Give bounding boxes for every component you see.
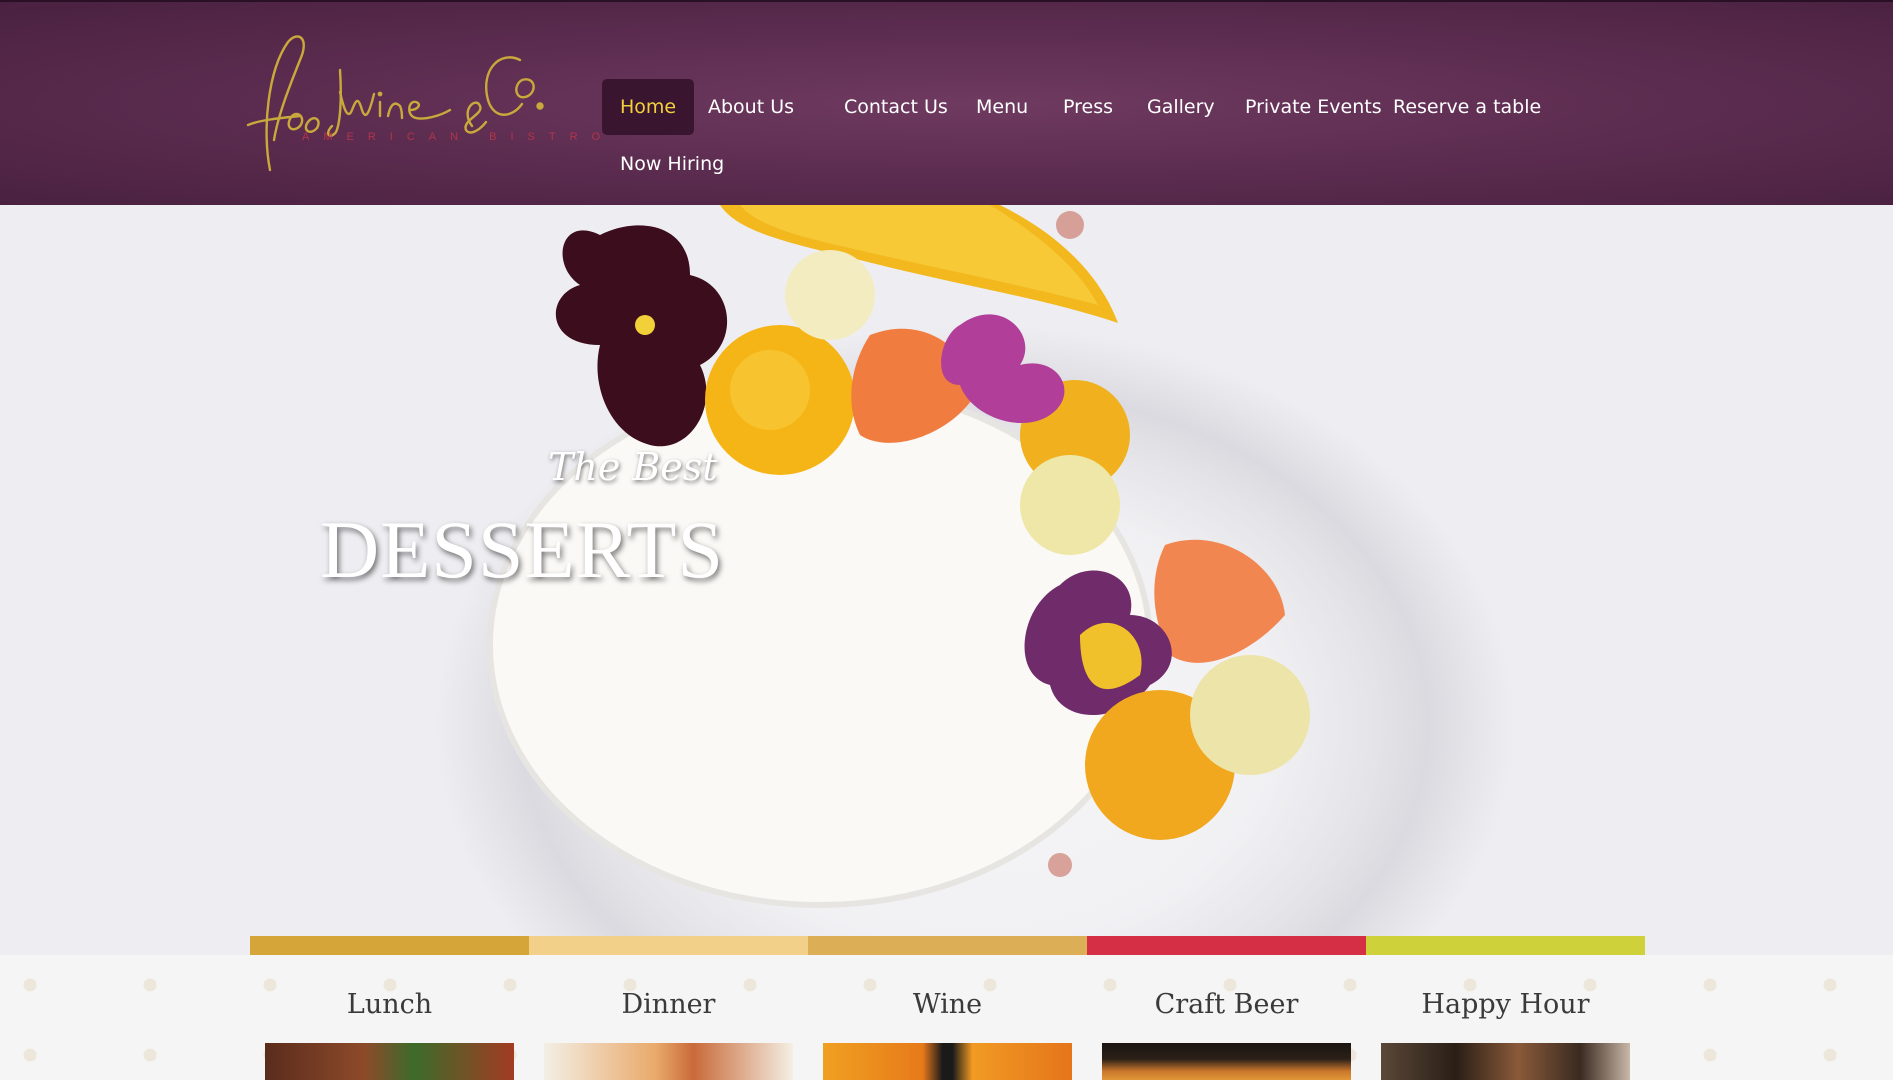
- nav-item-home[interactable]: Home: [602, 79, 695, 135]
- category-thumbnail-wine[interactable]: [823, 1043, 1072, 1080]
- strip-segment-happy-hour: [1366, 936, 1645, 955]
- hero-banner: The Best DESSERTS: [0, 205, 1893, 955]
- category-card-dinner[interactable]: Dinner: [529, 955, 808, 1080]
- category-label: Lunch: [346, 989, 433, 1020]
- site-logo[interactable]: AMERICAN BISTRO: [240, 30, 600, 180]
- category-thumbnail-craft-beer[interactable]: [1102, 1043, 1351, 1080]
- hero-title: DESSERTS: [320, 504, 725, 595]
- category-label: Dinner: [621, 989, 716, 1020]
- strip-segment-wine: [808, 936, 1087, 955]
- strip-segment-lunch: [250, 936, 529, 955]
- category-card-wine[interactable]: Wine: [808, 955, 1087, 1080]
- category-label: Craft Beer: [1154, 989, 1299, 1020]
- logo-script-icon: [246, 35, 544, 172]
- hero-subtitle: The Best: [548, 445, 718, 489]
- nav-item-about-us[interactable]: About Us: [690, 79, 812, 135]
- category-thumbnail-happy-hour[interactable]: [1381, 1043, 1630, 1080]
- main-navigation: Home About Us Contact Us Menu Press Gall…: [602, 79, 1562, 199]
- nav-item-reserve-a-table[interactable]: Reserve a table: [1375, 79, 1559, 135]
- category-thumbnail-dinner[interactable]: [544, 1043, 793, 1080]
- category-thumbnail-lunch[interactable]: [265, 1043, 514, 1080]
- strip-segment-craft-beer: [1087, 936, 1366, 955]
- category-label: Happy Hour: [1421, 989, 1590, 1020]
- site-header: AMERICAN BISTRO Home About Us Contact Us…: [0, 0, 1893, 205]
- category-label: Wine: [912, 989, 983, 1020]
- category-section: Lunch Dinner Wine Craft Beer Happy Hour: [0, 955, 1893, 1080]
- category-card-happy-hour[interactable]: Happy Hour: [1366, 955, 1645, 1080]
- strip-segment-dinner: [529, 936, 808, 955]
- nav-item-gallery[interactable]: Gallery: [1129, 79, 1233, 135]
- nav-item-contact-us[interactable]: Contact Us: [826, 79, 966, 135]
- nav-item-now-hiring[interactable]: Now Hiring: [602, 136, 742, 192]
- dessert-plate-image: [487, 205, 1310, 908]
- nav-item-press[interactable]: Press: [1045, 79, 1131, 135]
- nav-item-menu[interactable]: Menu: [958, 79, 1046, 135]
- color-strip: [250, 936, 1645, 955]
- category-card-lunch[interactable]: Lunch: [250, 955, 529, 1080]
- nav-item-private-events[interactable]: Private Events: [1227, 79, 1400, 135]
- logo-tagline: AMERICAN BISTRO: [302, 131, 615, 143]
- category-card-craft-beer[interactable]: Craft Beer: [1087, 955, 1366, 1080]
